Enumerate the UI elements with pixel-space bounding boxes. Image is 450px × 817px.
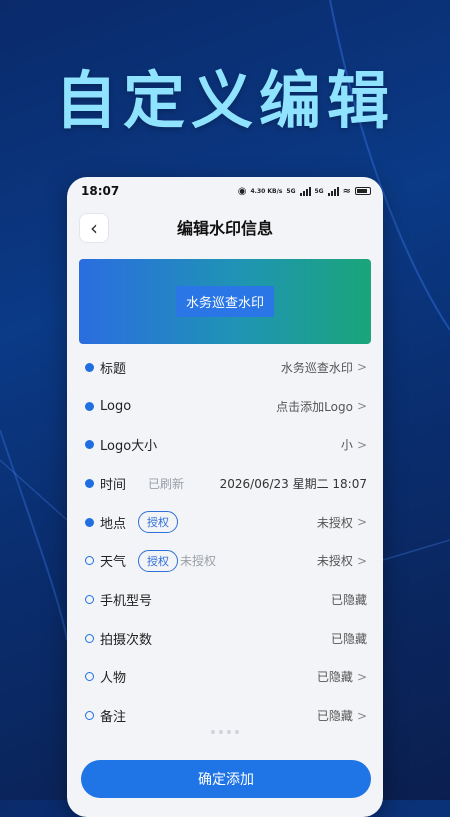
row-shot-count[interactable]: 拍摄次数 已隐藏 (67, 619, 383, 658)
row-label: 标题 (100, 361, 127, 377)
row-time[interactable]: 时间 已刷新 2026/06/23 星期二 18:07 (67, 464, 383, 503)
chevron-right-icon: > (356, 515, 367, 530)
row-value: 未授权 (316, 515, 353, 530)
row-person[interactable]: 人物 已隐藏 > (67, 658, 383, 697)
status-bar: 18:07 ◉ 4.30 KB/s 5G 5G ≈ (67, 177, 383, 205)
chevron-right-icon: > (356, 399, 367, 414)
toggle-dot[interactable] (85, 633, 94, 643)
authorize-button[interactable]: 授权 (138, 549, 179, 572)
row-value: 已隐藏 (316, 670, 353, 685)
phone-screen: 18:07 ◉ 4.30 KB/s 5G 5G ≈ ‹ 编辑水印信息 水务巡查水… (67, 177, 383, 817)
page-indicator (67, 730, 383, 734)
toggle-dot[interactable] (85, 401, 94, 411)
unauthorized-hint: 未授权 (180, 554, 217, 569)
promo-title: 自定义编辑 (54, 64, 395, 137)
row-value: 水务巡查水印 (280, 360, 353, 375)
signal-icon (299, 186, 311, 196)
page-dot (219, 730, 223, 734)
chevron-right-icon: > (356, 708, 367, 723)
row-weather[interactable]: 天气 授权 未授权 未授权 > (67, 541, 383, 580)
row-label: Logo (100, 398, 132, 414)
row-value: 小 (340, 438, 353, 453)
chevron-left-icon: ‹ (90, 216, 98, 240)
preview-watermark-label: 水务巡查水印 (175, 286, 274, 317)
watermark-preview: 水务巡查水印 (79, 259, 371, 344)
toggle-dot[interactable] (85, 672, 94, 682)
page-title: 编辑水印信息 (176, 219, 273, 238)
toggle-dot[interactable] (85, 594, 94, 604)
authorize-button[interactable]: 授权 (138, 511, 179, 534)
camera-icon: ◉ (237, 185, 247, 197)
toggle-dot[interactable] (85, 517, 94, 527)
confirm-add-button[interactable]: 确定添加 (81, 760, 371, 798)
page-dot (211, 730, 215, 734)
row-value: 已隐藏 (316, 709, 353, 724)
header: ‹ 编辑水印信息 (67, 205, 383, 249)
signal-label-1: 5G (286, 187, 296, 195)
net-speed: 4.30 KB/s (250, 187, 283, 195)
row-label: Logo大小 (100, 439, 158, 455)
row-label: 地点 (100, 516, 127, 532)
page-dot (235, 730, 239, 734)
chevron-right-icon: > (356, 669, 367, 684)
battery-icon (355, 187, 371, 195)
row-title[interactable]: 标题 水务巡查水印 > (67, 348, 383, 387)
toggle-dot[interactable] (85, 440, 94, 450)
row-logo[interactable]: Logo 点击添加Logo > (67, 387, 383, 426)
settings-list: 标题 水务巡查水印 > Logo 点击添加Logo > Logo大小 小 > 时… (67, 348, 383, 735)
row-value: 2026/06/23 星期二 18:07 (219, 476, 367, 491)
page-dot (227, 730, 231, 734)
back-button[interactable]: ‹ (79, 213, 109, 243)
chevron-right-icon: > (356, 437, 367, 452)
signal-icon-2 (327, 186, 339, 196)
chevron-right-icon: > (356, 360, 367, 375)
row-value: 未授权 (316, 554, 353, 569)
row-label: 时间 (100, 477, 127, 493)
row-label: 天气 (100, 555, 127, 571)
row-label: 人物 (100, 671, 127, 687)
status-time: 18:07 (81, 184, 120, 198)
row-label: 拍摄次数 (100, 632, 153, 648)
row-label: 备注 (100, 710, 127, 726)
signal-label-2: 5G (314, 187, 324, 195)
toggle-dot[interactable] (85, 478, 94, 488)
chevron-right-icon: > (356, 553, 367, 568)
row-value: 已隐藏 (330, 592, 367, 607)
row-logo-size[interactable]: Logo大小 小 > (67, 425, 383, 464)
status-icons: ◉ 4.30 KB/s 5G 5G ≈ (238, 186, 371, 197)
toggle-dot[interactable] (85, 556, 94, 566)
toggle-dot[interactable] (85, 711, 94, 721)
toggle-dot[interactable] (85, 362, 94, 372)
row-location[interactable]: 地点 授权 未授权 > (67, 503, 383, 542)
row-value: 已隐藏 (330, 631, 367, 646)
row-value: 点击添加Logo (276, 399, 353, 414)
row-phone-model[interactable]: 手机型号 已隐藏 (67, 580, 383, 619)
row-label: 手机型号 (100, 593, 153, 609)
wifi-icon: ≈ (342, 185, 351, 197)
refreshed-tag: 已刷新 (148, 476, 185, 491)
